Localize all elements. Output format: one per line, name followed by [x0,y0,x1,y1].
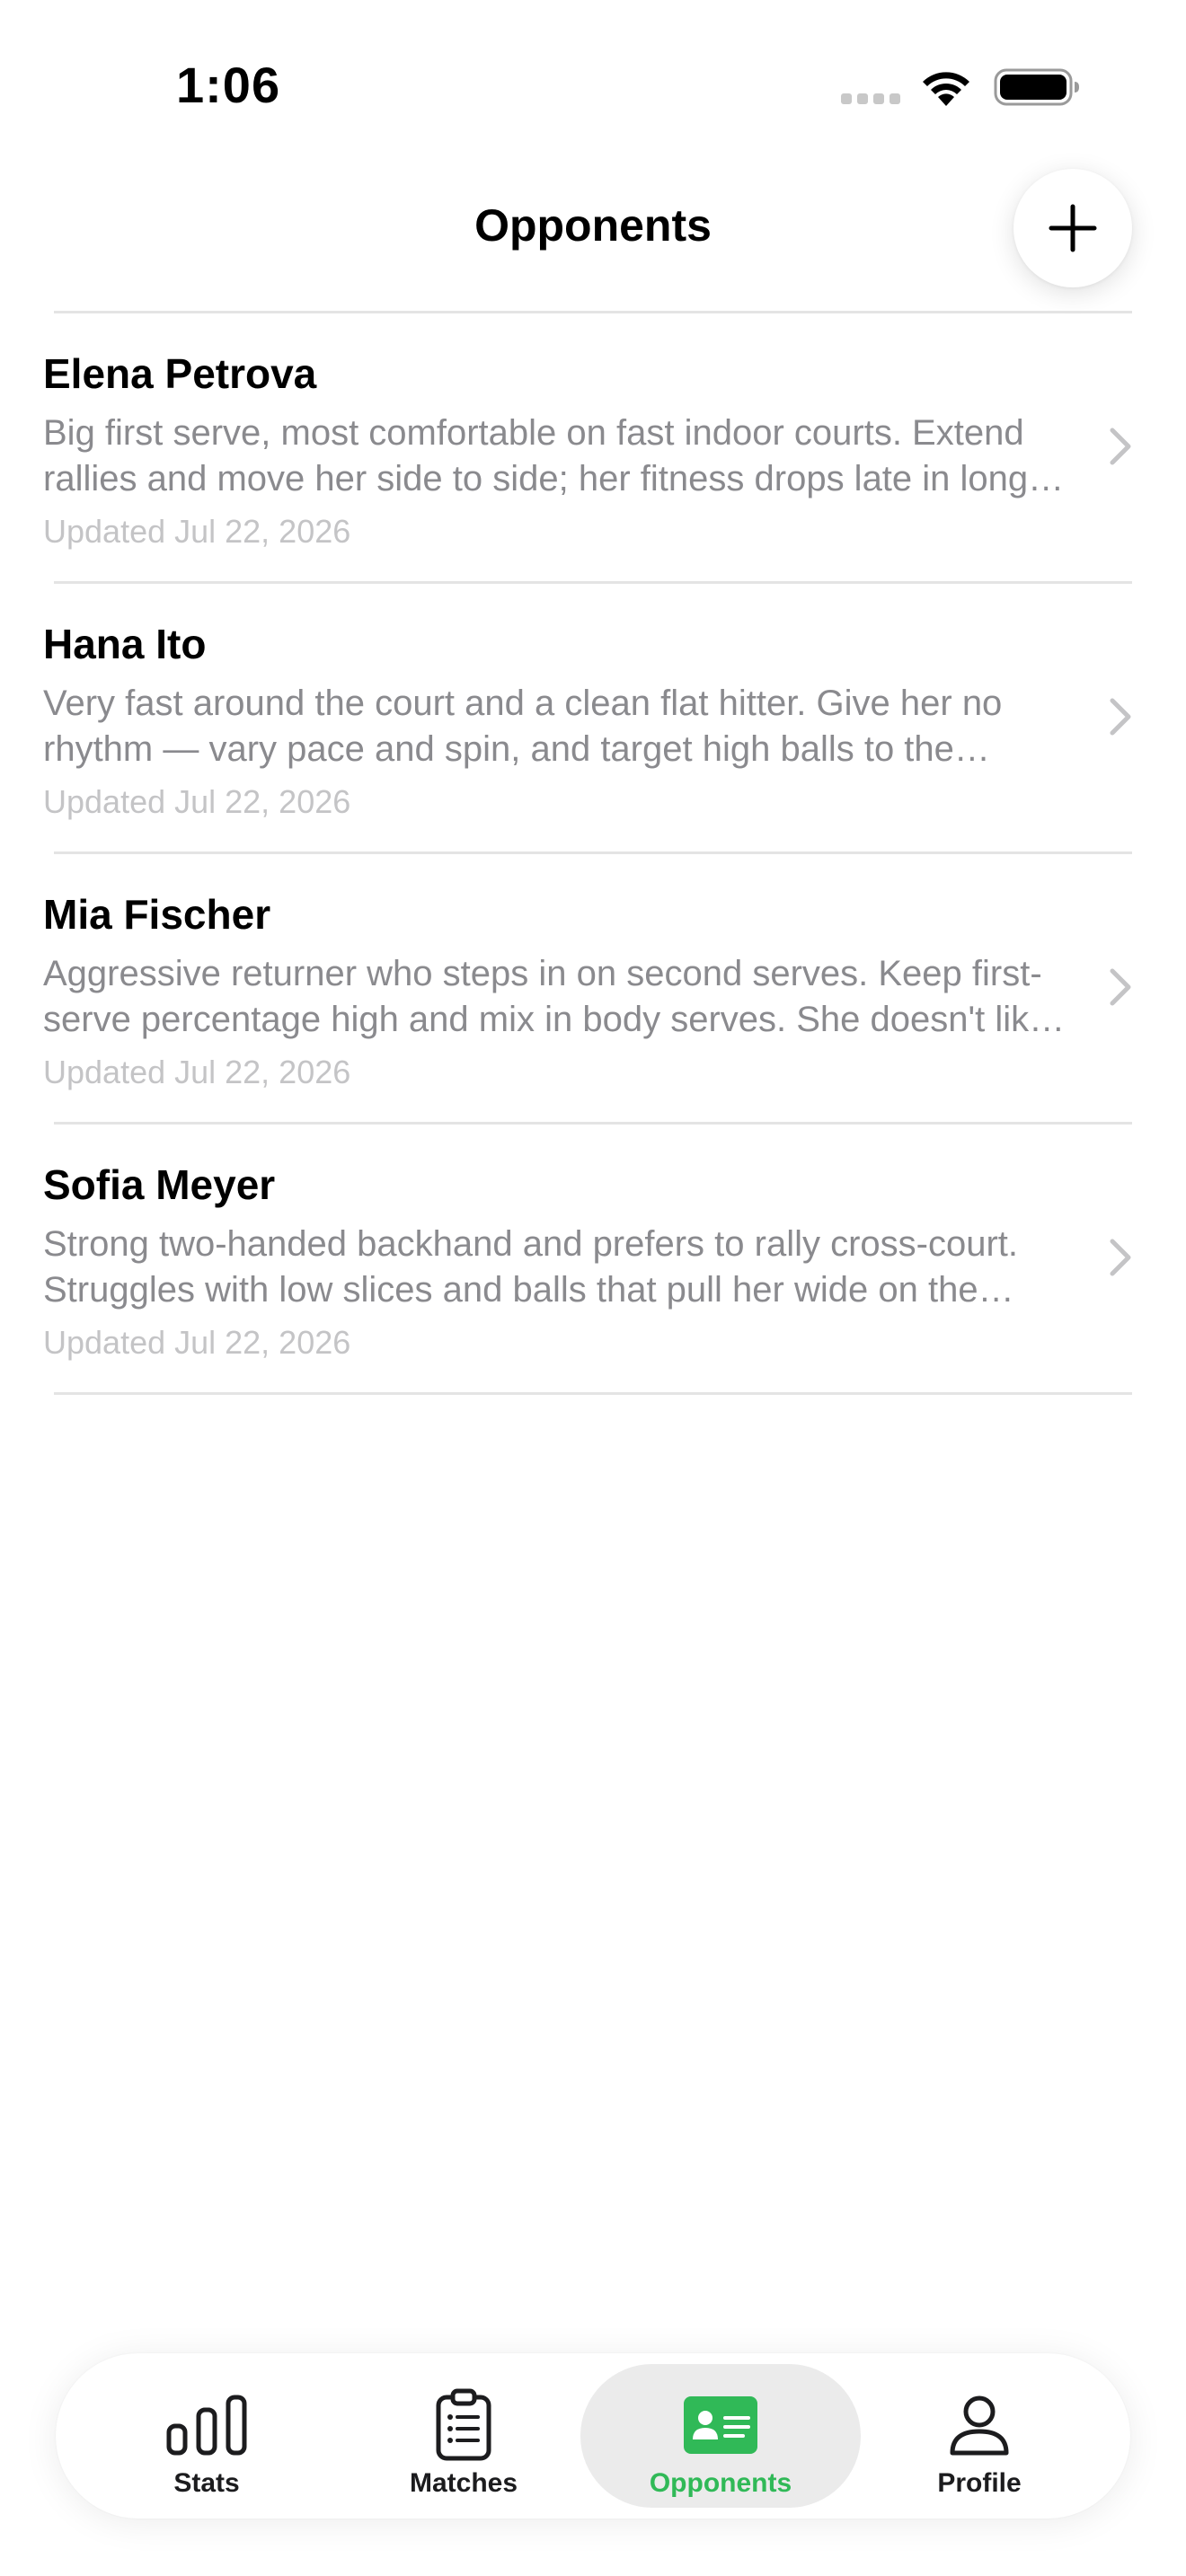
opponent-updated-date: Updated Jul 22, 2026 [43,1324,351,1361]
battery-icon [994,68,1079,106]
tab-matches[interactable]: Matches [323,2364,604,2508]
opponent-name: Hana Ito [43,621,207,667]
tab-label: Opponents [649,2468,792,2498]
clipboard-list-icon [422,2388,505,2461]
chevron-right-icon [1110,968,1131,1006]
tab-label: Profile [937,2468,1022,2498]
opponent-list: Elena Petrova Big first serve, most comf… [0,313,1186,1395]
wifi-icon [923,72,969,106]
status-bar: 1:06 [0,0,1186,171]
opponent-row[interactable]: Elena Petrova Big first serve, most comf… [0,313,1186,584]
page-title: Opponents [474,200,712,251]
opponent-row[interactable]: Hana Ito Very fast around the court and … [0,584,1186,854]
person-icon [938,2391,1021,2459]
plus-icon [1049,204,1097,252]
opponent-updated-date: Updated Jul 22, 2026 [43,513,351,550]
tab-label: Stats [173,2468,240,2498]
opponent-name: Sofia Meyer [43,1161,276,1208]
chevron-right-icon [1110,428,1131,465]
add-opponent-button[interactable] [1013,169,1132,287]
tab-stats[interactable]: Stats [66,2364,347,2508]
tab-bar: Stats Matches Opponents Profile [56,2353,1130,2519]
opponent-row[interactable]: Mia Fischer Aggressive returner who step… [0,854,1186,1125]
status-time: 1:06 [176,57,281,113]
chevron-right-icon [1110,1239,1131,1276]
opponent-name: Elena Petrova [43,350,317,397]
bar-chart-icon [165,2391,248,2459]
tab-profile[interactable]: Profile [839,2364,1120,2508]
cellular-signal-icon [841,93,900,106]
opponent-name: Mia Fischer [43,891,271,938]
opponent-updated-date: Updated Jul 22, 2026 [43,783,351,820]
opponent-notes: Very fast around the court and a clean f… [43,684,1003,769]
opponent-row[interactable]: Sofia Meyer Strong two-handed backhand a… [0,1125,1186,1395]
tab-label: Matches [409,2468,518,2498]
opponent-notes: Strong two-handed backhand and prefers t… [43,1224,1019,1310]
opponent-notes: Aggressive returner who steps in on seco… [43,954,1049,1039]
opponent-updated-date: Updated Jul 22, 2026 [43,1054,351,1090]
opponent-notes: Big first serve, most comfortable on fas… [43,413,1029,498]
tab-opponents[interactable]: Opponents [580,2364,861,2508]
chevron-right-icon [1110,698,1131,736]
row-divider [54,1392,1132,1395]
contact-card-icon [679,2391,762,2459]
